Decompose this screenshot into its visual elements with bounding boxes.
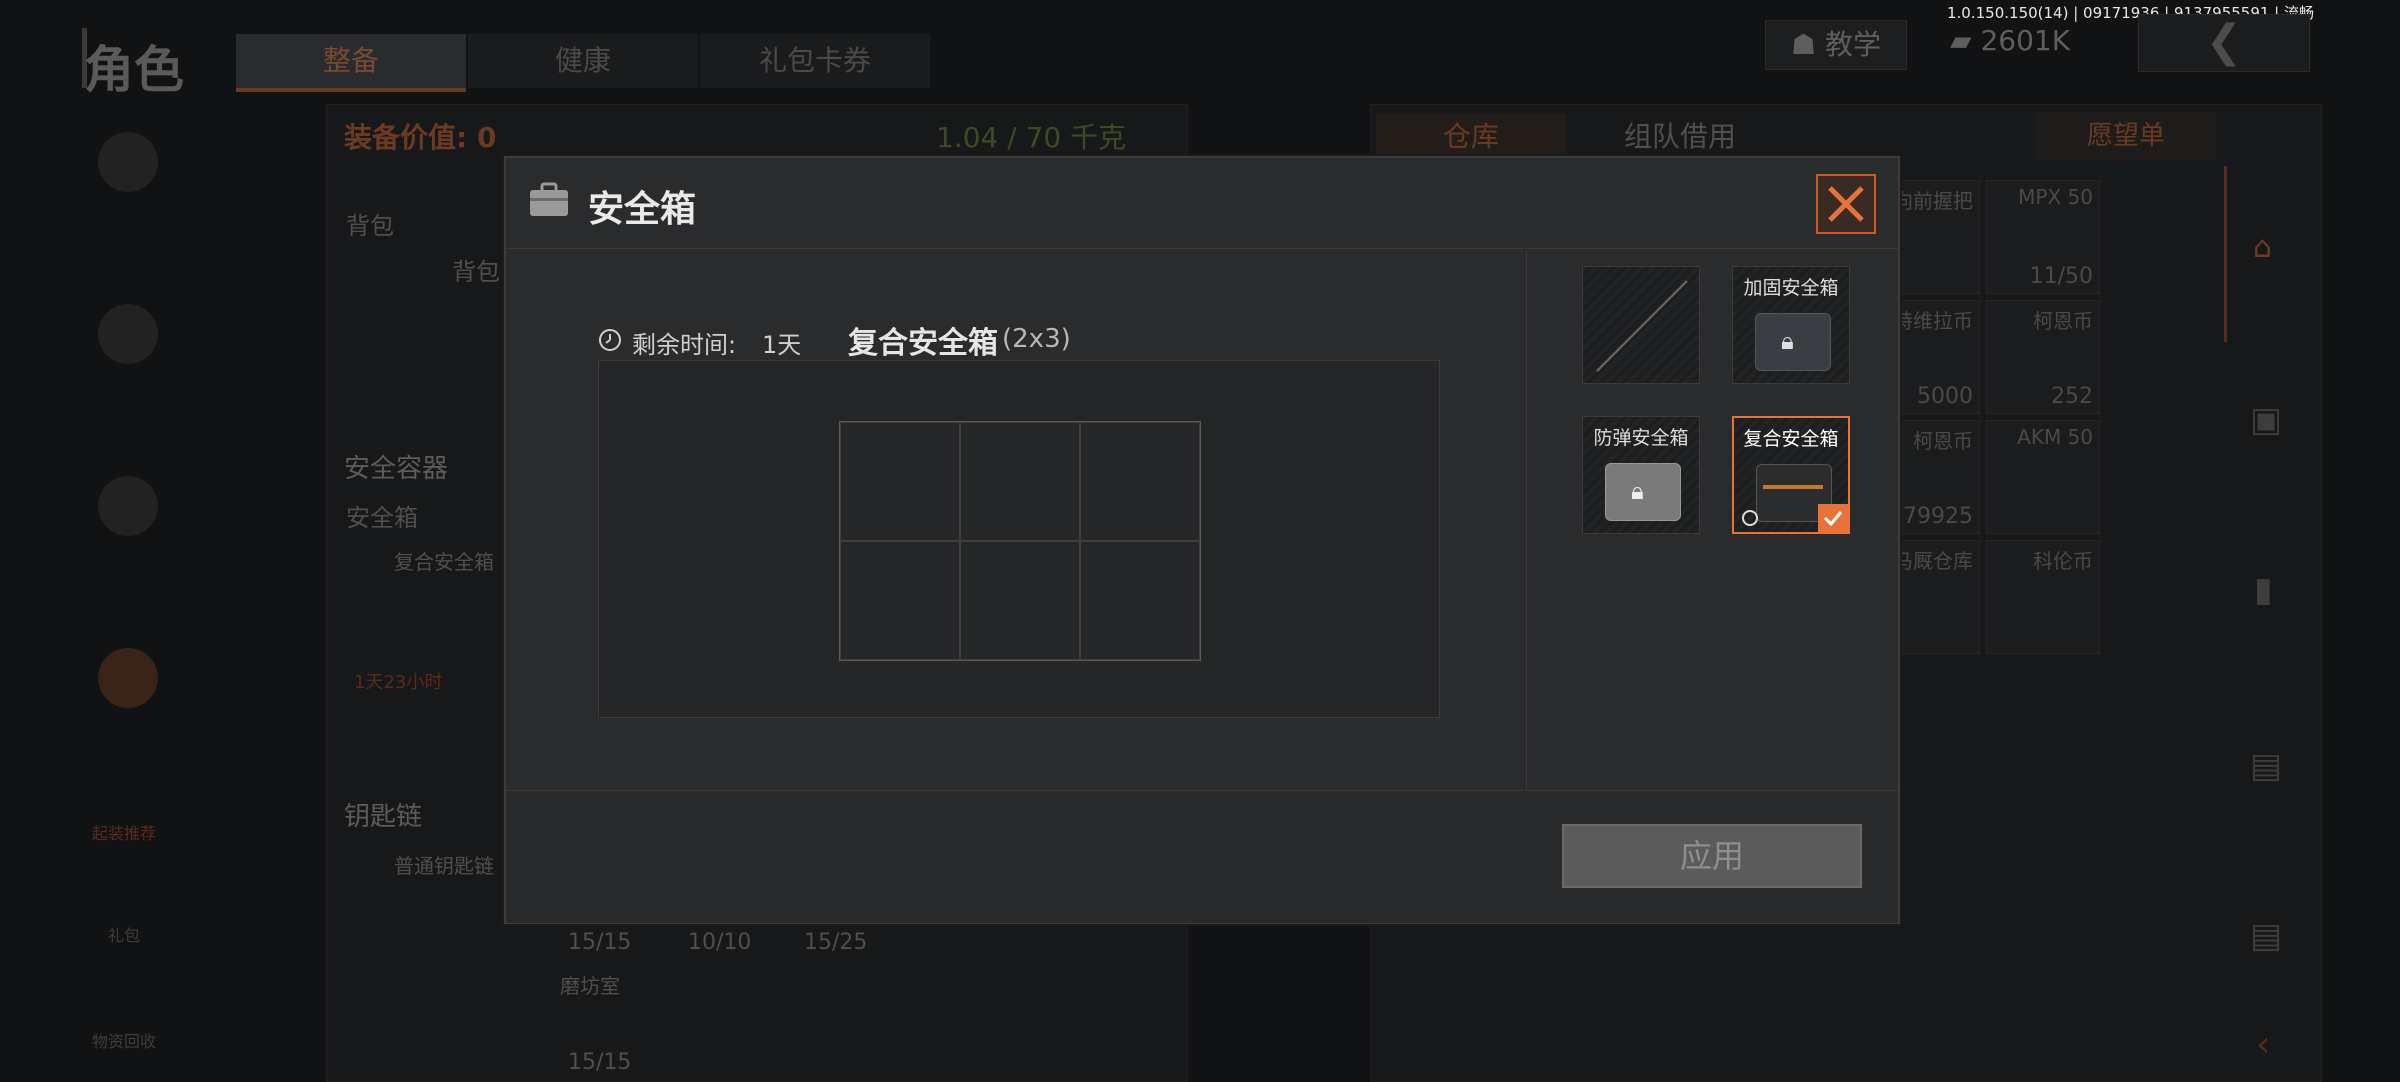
checkmark-icon: [1818, 504, 1848, 532]
briefcase-icon: [530, 182, 568, 216]
currency-display: ▰ 2601K: [1950, 24, 2070, 57]
tab-gift-cards[interactable]: 礼包卡券: [700, 34, 930, 88]
home-nav[interactable]: ⌂: [2224, 166, 2307, 342]
teach-button[interactable]: ☗ 教学: [1765, 20, 1907, 70]
current-case-size: (2x3): [1002, 324, 1071, 354]
page-title: 角色: [84, 41, 184, 99]
face-icon[interactable]: [98, 476, 158, 536]
case-option-composite[interactable]: 复合安全箱: [1732, 416, 1850, 534]
ammo-nav-icon[interactable]: ▮: [2254, 570, 2273, 610]
case-option-reinforced[interactable]: 加固安全箱 🔒︎: [1732, 266, 1850, 384]
teacher-icon: ☗: [1790, 28, 1825, 61]
storage-item[interactable]: AKM 50: [1986, 420, 2100, 534]
storage-item-value: 5000: [1917, 384, 1973, 409]
dialog-title: 安全箱: [588, 189, 697, 230]
cash-icon: ▰: [1950, 24, 1981, 57]
storage-item[interactable]: 科伦币: [1986, 540, 2100, 654]
case-option-label: 防弹安全箱: [1593, 427, 1689, 449]
tab-team-borrow[interactable]: 组队借用: [1600, 114, 1760, 160]
tab-health[interactable]: 健康: [468, 34, 698, 88]
close-icon: [1828, 186, 1864, 222]
empty-slash-icon: [1596, 280, 1688, 372]
box-nav-icon[interactable]: ▣: [2250, 400, 2282, 440]
equip-value: 装备价值: 0: [344, 121, 497, 154]
case-option-bulletproof[interactable]: 防弹安全箱 🔒︎: [1582, 416, 1700, 534]
case-option-empty[interactable]: [1582, 266, 1700, 384]
back-button[interactable]: ❮: [2138, 14, 2310, 72]
storage-item-name: AKM 50: [2017, 425, 2093, 449]
tab-warehouse[interactable]: 仓库: [1376, 114, 1566, 160]
storage-item[interactable]: MPX 50 11/50: [1986, 180, 2100, 294]
case-slot-cell: [1080, 541, 1200, 660]
keychain-heading: 钥匙链: [344, 802, 423, 832]
helmet-icon[interactable]: [98, 132, 158, 192]
bag2-nav-icon[interactable]: ▤: [2250, 916, 2282, 956]
collapse-arrow-icon[interactable]: ‹: [2256, 1024, 2270, 1065]
wishlist-button[interactable]: 愿望单: [2036, 112, 2216, 160]
case-option-label: 复合安全箱: [1743, 428, 1839, 450]
side-label-gift[interactable]: 礼包: [108, 922, 140, 946]
weight-value: 1.04 / 70 千克: [936, 121, 1127, 154]
case-slot-grid: [839, 421, 1201, 661]
key-count-1: 15/15: [568, 930, 632, 955]
storage-item-value: 79925: [1903, 504, 1973, 529]
home-icon: ⌂: [2253, 230, 2273, 265]
storage-item-name: 柯恩币: [2033, 309, 2093, 333]
dialog-divider: [1526, 250, 1527, 790]
case-slot-cell: [960, 541, 1080, 660]
case-slot-cell: [960, 422, 1080, 541]
secure-box-time: 1天23小时: [354, 672, 443, 693]
case-slot-cell: [840, 541, 960, 660]
case-slot-cell: [1080, 422, 1200, 541]
storage-item-value: 252: [2051, 384, 2093, 409]
backpack-label: 背包: [346, 212, 394, 240]
toolbox-icon[interactable]: [98, 648, 158, 708]
side-label-recommend[interactable]: 起装推荐: [92, 820, 156, 844]
secure-box-item[interactable]: 复合安全箱: [394, 546, 494, 575]
tab-gear[interactable]: 整备: [236, 34, 466, 92]
timer-icon: [1742, 510, 1758, 526]
backpack-sub-label: 背包: [452, 258, 500, 286]
secure-box-label: 安全箱: [346, 504, 418, 532]
teach-label: 教学: [1825, 28, 1882, 61]
storage-item-name: 科伦币: [2033, 549, 2093, 573]
secure-container-heading: 安全容器: [344, 454, 449, 484]
key-count-2: 10/10: [688, 930, 752, 955]
close-button[interactable]: [1816, 174, 1876, 234]
dialog-header: 安全箱: [506, 158, 1898, 249]
lock-icon: 🔒︎: [1631, 477, 1644, 505]
storage-item[interactable]: 柯恩币 252: [1986, 300, 2100, 414]
timer-icon: [599, 329, 621, 351]
currency-amount: 2601K: [1980, 24, 2071, 57]
current-case-name: 复合安全箱: [848, 326, 998, 361]
case-slot-cell: [840, 422, 960, 541]
bag-nav-icon[interactable]: ▤: [2250, 746, 2282, 786]
key-room-label: 磨坊室: [560, 974, 620, 998]
key-count-3: 15/25: [804, 930, 868, 955]
storage-item-name: MPX 50: [2018, 185, 2093, 209]
secure-box-dialog: 安全箱 剩余时间: 1天 复合安全箱 (2x3) 加固安全箱 🔒︎ 防弹安全箱 …: [504, 156, 1900, 924]
armor-icon[interactable]: [98, 304, 158, 364]
remaining-time-label: 剩余时间:: [632, 331, 737, 359]
apply-button[interactable]: 应用: [1562, 824, 1862, 888]
remaining-time-value: 1天: [762, 331, 802, 359]
keychain-item[interactable]: 普通钥匙链: [394, 850, 494, 879]
back-arrow-icon: ❮: [2205, 16, 2243, 67]
key-count-4: 15/15: [568, 1050, 632, 1075]
storage-preview-area: [598, 360, 1440, 718]
case-option-label: 加固安全箱: [1743, 277, 1839, 299]
storage-item-value: 11/50: [2029, 264, 2093, 289]
lock-icon: 🔒︎: [1781, 327, 1794, 355]
side-label-recycle[interactable]: 物资回收: [92, 1028, 156, 1052]
